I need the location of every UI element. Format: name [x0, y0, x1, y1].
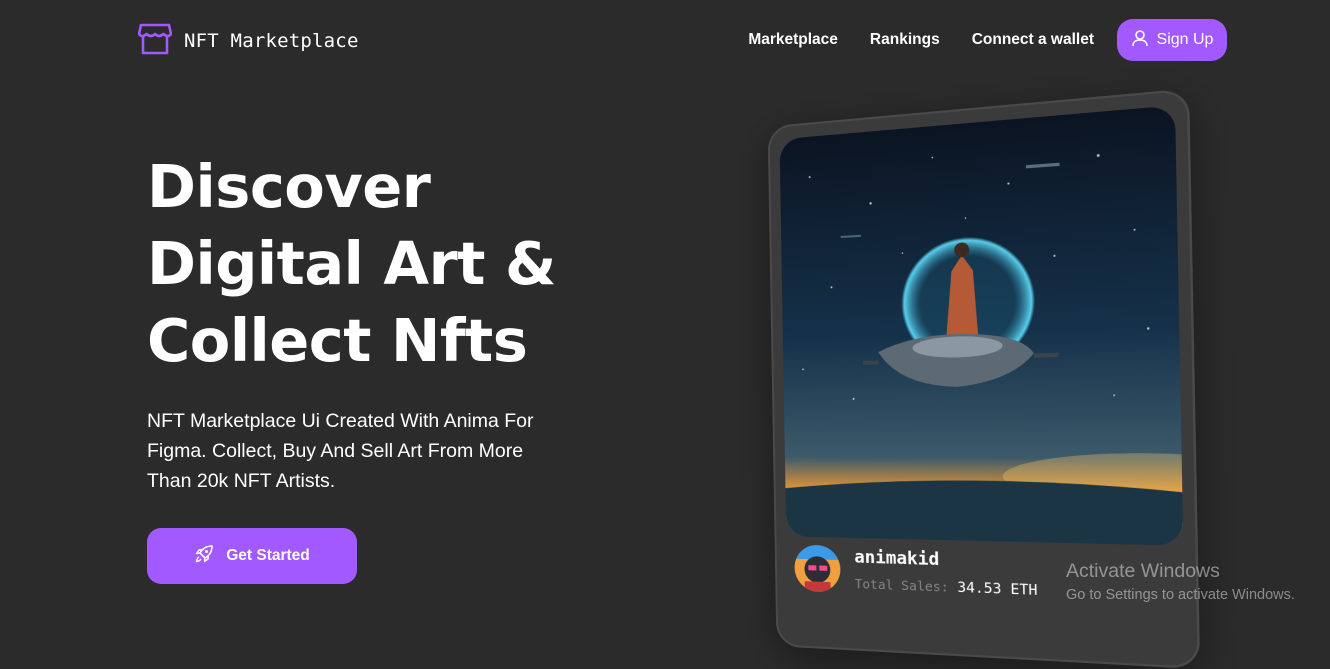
artist-name[interactable]: animakid [854, 547, 1037, 573]
nav-connect-wallet[interactable]: Connect a wallet [972, 31, 1094, 49]
logo[interactable]: NFT Marketplace [138, 22, 359, 60]
artist-avatar[interactable] [794, 545, 841, 593]
hero-title-line-3: Collect Nfts [147, 302, 556, 379]
user-icon [1131, 29, 1149, 52]
sign-up-button[interactable]: Sign Up [1117, 19, 1227, 61]
sign-up-label: Sign Up [1157, 31, 1214, 49]
activate-windows-watermark: Activate Windows Go to Settings to activ… [1066, 560, 1295, 603]
hero-title: Discover Digital Art & Collect Nfts [147, 148, 556, 379]
watermark-title: Activate Windows [1066, 560, 1295, 583]
get-started-label: Get Started [226, 547, 310, 565]
nav-marketplace[interactable]: Marketplace [748, 31, 838, 49]
hero-subtitle: NFT Marketplace Ui Created With Anima Fo… [147, 406, 557, 496]
artist-text: animakid Total Sales: 34.53 ETH [854, 547, 1037, 599]
hero-title-line-2: Digital Art & [147, 225, 556, 302]
watermark-subtitle: Go to Settings to activate Windows. [1066, 587, 1295, 603]
storefront-icon [138, 22, 172, 60]
card-artist-info: animakid Total Sales: 34.53 ETH [794, 545, 1037, 601]
rocket-icon [194, 544, 214, 569]
nav-rankings[interactable]: Rankings [870, 31, 940, 49]
get-started-button[interactable]: Get Started [147, 528, 357, 584]
hero-title-line-1: Discover [147, 148, 556, 225]
top-nav: Marketplace Rankings Connect a wallet Si… [748, 19, 1227, 61]
nft-artwork[interactable] [779, 105, 1183, 545]
total-sales-label: Total Sales: [855, 576, 949, 595]
logo-text: NFT Marketplace [184, 30, 359, 52]
total-sales-value: 34.53 ETH [957, 579, 1037, 599]
